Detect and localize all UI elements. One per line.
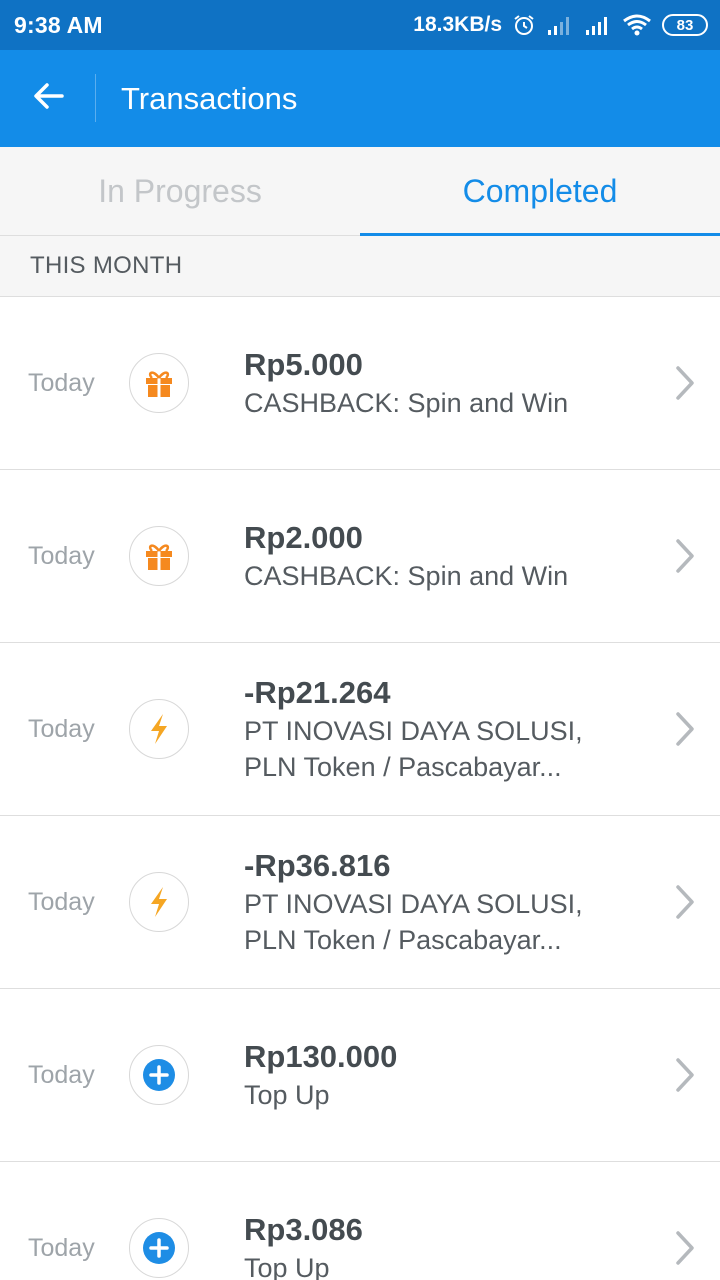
description-line: PLN Token / Pascabayar...	[244, 752, 562, 782]
transaction-text: -Rp21.264 PT INOVASI DAYA SOLUSI, PLN To…	[244, 673, 630, 785]
chevron-right-icon	[674, 884, 696, 920]
transaction-description: CASHBACK: Spin and Win	[244, 385, 630, 421]
transaction-row[interactable]: Today Rp2.000 CASHBACK: Spin and Win	[0, 470, 720, 643]
page-title: Transactions	[121, 80, 298, 116]
gift-icon	[129, 526, 189, 586]
description-line: PLN Token / Pascabayar...	[244, 925, 562, 955]
description-line: Top Up	[244, 1080, 330, 1110]
transaction-amount: -Rp21.264	[244, 675, 391, 710]
back-button[interactable]	[0, 50, 96, 147]
chevron-right-icon	[674, 711, 696, 747]
lightning-icon	[129, 872, 189, 932]
transaction-description: Top Up	[244, 1077, 630, 1113]
transaction-date: Today	[28, 541, 95, 570]
transaction-row[interactable]: Today Rp3.086 Top Up	[0, 1162, 720, 1280]
wifi-icon	[622, 14, 652, 36]
transaction-description: PT INOVASI DAYA SOLUSI, PLN Token / Pasc…	[244, 713, 630, 785]
signal-icon	[584, 14, 612, 36]
status-time: 9:38 AM	[14, 11, 103, 38]
transaction-description: PT INOVASI DAYA SOLUSI, PLN Token / Pasc…	[244, 886, 630, 958]
transaction-row[interactable]: Today -Rp21.264 PT INOVASI DAYA SOLUSI, …	[0, 643, 720, 816]
transaction-row[interactable]: Today -Rp36.816 PT INOVASI DAYA SOLUSI, …	[0, 816, 720, 989]
transaction-amount: Rp2.000	[244, 520, 363, 555]
chevron-right-icon	[674, 1057, 696, 1093]
transaction-date: Today	[28, 368, 95, 397]
section-header: THIS MONTH	[0, 236, 720, 297]
chevron-right-icon	[674, 538, 696, 574]
description-line: PT INOVASI DAYA SOLUSI,	[244, 716, 583, 746]
chevron-right-icon	[674, 1230, 696, 1266]
tab-bar: In Progress Completed	[0, 147, 720, 236]
transaction-row[interactable]: Today Rp130.000 Top Up	[0, 989, 720, 1162]
tab-in-progress[interactable]: In Progress	[0, 147, 360, 235]
alarm-icon	[512, 13, 536, 37]
transaction-amount: Rp5.000	[244, 347, 363, 382]
transaction-text: -Rp36.816 PT INOVASI DAYA SOLUSI, PLN To…	[244, 846, 630, 958]
status-bar: 9:38 AM 18.3KB/s 83	[0, 0, 720, 50]
transaction-text: Rp5.000 CASHBACK: Spin and Win	[244, 345, 630, 421]
signal-weak-icon	[546, 14, 574, 36]
transaction-amount: Rp130.000	[244, 1039, 398, 1074]
transaction-row[interactable]: Today Rp5.000 CASHBACK: Spin and Win	[0, 297, 720, 470]
transaction-description: CASHBACK: Spin and Win	[244, 558, 630, 594]
transaction-amount: -Rp36.816	[244, 848, 391, 883]
transaction-date: Today	[28, 1233, 95, 1262]
transaction-text: Rp3.086 Top Up	[244, 1210, 630, 1280]
description-line: PT INOVASI DAYA SOLUSI,	[244, 889, 583, 919]
battery-icon: 83	[662, 14, 708, 36]
plus-circle-icon	[129, 1045, 189, 1105]
description-line: CASHBACK: Spin and Win	[244, 388, 569, 418]
chevron-right-icon	[674, 365, 696, 401]
transaction-date: Today	[28, 1060, 95, 1089]
transaction-list: Today Rp5.000 CASHBACK: Spin and Win Tod…	[0, 297, 720, 1280]
transaction-text: Rp2.000 CASHBACK: Spin and Win	[244, 518, 630, 594]
transaction-description: Top Up	[244, 1250, 630, 1280]
status-right: 18.3KB/s 83	[413, 13, 708, 37]
network-speed: 18.3KB/s	[413, 13, 502, 36]
lightning-icon	[129, 699, 189, 759]
transaction-text: Rp130.000 Top Up	[244, 1037, 630, 1113]
description-line: Top Up	[244, 1253, 330, 1280]
transaction-date: Today	[28, 714, 95, 743]
plus-circle-icon	[129, 1218, 189, 1278]
description-line: CASHBACK: Spin and Win	[244, 561, 569, 591]
back-divider	[95, 74, 96, 122]
app-bar: Transactions	[0, 50, 720, 147]
gift-icon	[129, 353, 189, 413]
arrow-left-icon	[30, 78, 66, 119]
transaction-date: Today	[28, 887, 95, 916]
transaction-amount: Rp3.086	[244, 1212, 363, 1247]
tab-completed[interactable]: Completed	[360, 147, 720, 236]
